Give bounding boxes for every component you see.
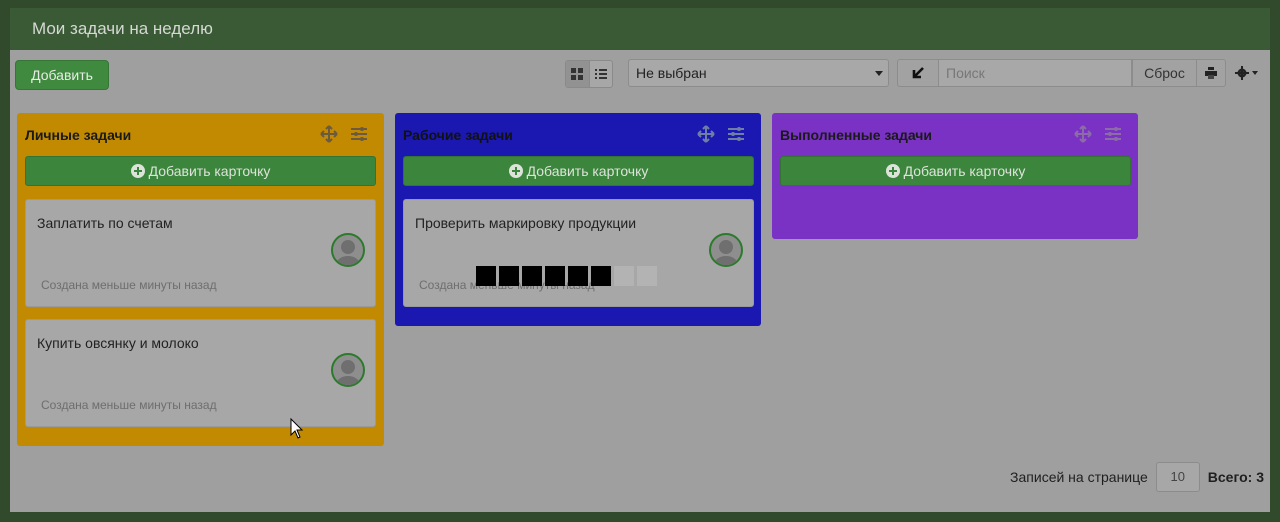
add-card-label: Добавить карточку	[148, 163, 271, 179]
add-card-label: Добавить карточку	[903, 163, 1026, 179]
card-title: Заплатить по счетам	[37, 215, 173, 231]
add-card-button[interactable]: Добавить карточку	[25, 156, 376, 186]
column-title: Выполненные задачи	[780, 127, 933, 143]
card-title: Купить овсянку и молоко	[37, 335, 199, 351]
mouse-cursor-icon	[290, 418, 304, 439]
card-created-time: Создана меньше минуты назад	[41, 398, 217, 412]
view-toggle[interactable]	[565, 60, 613, 88]
move-icon[interactable]	[1074, 125, 1092, 143]
filter-select[interactable]: Не выбран	[628, 59, 889, 87]
task-card[interactable]: Купить овсянку и молоко Создана меньше м…	[25, 319, 376, 427]
sliders-icon[interactable]	[1104, 125, 1122, 143]
column-work: Рабочие задачи Добавить карточку Провери…	[395, 113, 761, 326]
plus-circle-icon	[885, 164, 900, 178]
gear-icon	[1235, 66, 1258, 80]
card-created-time: Создана меньше минуты назад	[41, 278, 217, 292]
move-icon[interactable]	[320, 125, 338, 143]
user-avatar-icon	[331, 353, 365, 387]
move-icon[interactable]	[697, 125, 715, 143]
arrow-down-left-icon	[912, 67, 924, 79]
task-card[interactable]: Проверить маркировку продукции Создана м…	[403, 199, 754, 307]
pagination-footer: Записей на странице 10 Всего: 3	[1010, 462, 1264, 492]
user-avatar-icon	[709, 233, 743, 267]
per-page-label: Записей на странице	[1010, 469, 1148, 485]
search-input[interactable]: Поиск	[939, 59, 1132, 87]
add-card-label: Добавить карточку	[526, 163, 649, 179]
list-view-icon[interactable]	[590, 61, 613, 87]
main-content: Добавить Не выбран Поиск Сброс Личные за…	[10, 50, 1270, 512]
column-title: Личные задачи	[25, 127, 132, 143]
collapse-button[interactable]	[897, 59, 939, 87]
plus-circle-icon	[130, 164, 145, 178]
settings-button[interactable]	[1232, 59, 1262, 87]
sliders-icon[interactable]	[350, 125, 368, 143]
filter-select-value: Не выбран	[636, 65, 707, 81]
column-personal: Личные задачи Добавить карточку Заплатит…	[17, 113, 384, 446]
sliders-icon[interactable]	[727, 125, 745, 143]
add-card-button[interactable]: Добавить карточку	[780, 156, 1131, 186]
loading-indicator	[476, 266, 657, 286]
user-avatar-icon	[331, 233, 365, 267]
search-placeholder: Поиск	[946, 65, 985, 81]
grid-view-icon[interactable]	[566, 61, 590, 87]
add-button[interactable]: Добавить	[15, 60, 109, 90]
add-card-button[interactable]: Добавить карточку	[403, 156, 754, 186]
window-title: Мои задачи на неделю	[10, 8, 1270, 50]
card-title: Проверить маркировку продукции	[415, 215, 637, 231]
task-card[interactable]: Заплатить по счетам Создана меньше минут…	[25, 199, 376, 307]
reset-button[interactable]: Сброс	[1132, 59, 1197, 87]
print-icon	[1205, 67, 1217, 79]
column-done: Выполненные задачи Добавить карточку	[772, 113, 1138, 239]
plus-circle-icon	[508, 164, 523, 178]
per-page-input[interactable]: 10	[1155, 462, 1200, 492]
chevron-down-icon	[875, 71, 883, 76]
total-count: Всего: 3	[1207, 469, 1264, 485]
column-title: Рабочие задачи	[403, 127, 513, 143]
print-button[interactable]	[1197, 59, 1226, 87]
